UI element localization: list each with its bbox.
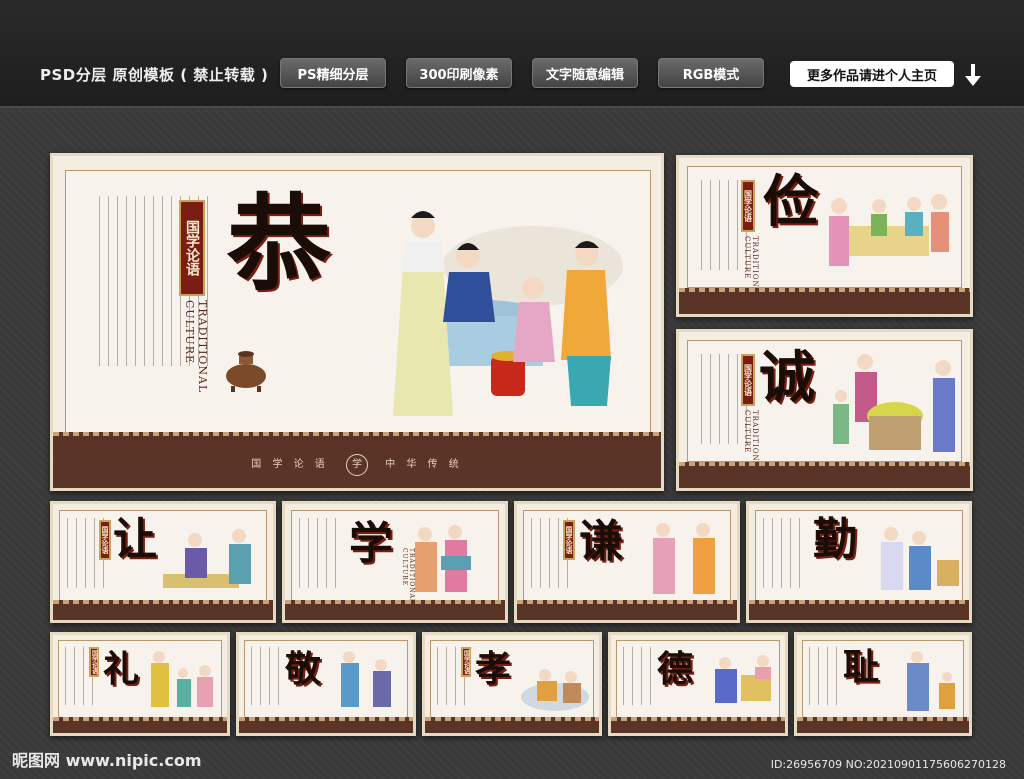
side-badge-jian: 国学论语 [741,180,755,232]
row2-character-jing: 敬 [285,648,322,690]
row2-panel-de: 德 [608,632,788,736]
illustration-xiao-scene [521,669,589,711]
row1-panel-rang: 国学论语 让 [50,501,276,623]
row1-character-qin: 勤 [813,514,857,565]
illustration-qian-scene [653,523,715,594]
row2-badge-li: 国学论语 [89,647,99,677]
illustration-qin-scene [881,527,959,590]
row1-panel-qin: 勤 [746,501,972,623]
footer-left-text: 国 学 论 语 [251,459,329,470]
illustration-de-scene [715,655,771,703]
row1-badge-qian: 国学论语 [563,520,575,560]
main-character: 恭 [227,182,332,305]
side-badge-cheng: 国学论语 [741,354,755,406]
profile-link-button[interactable]: 更多作品请进个人主页 [790,61,954,87]
row1-character-xue: 学 [349,518,393,569]
row2-character-xiao: 孝 [475,648,512,690]
main-panel-footer: 国 学 论 语 学 中 华 传 统 [53,432,661,488]
template-title: PSD分层 原创模板 ( 禁止转载 ) [40,66,269,84]
footer-seal: 学 [346,454,368,476]
row2-panel-xiao: 国学论语 孝 [422,632,602,736]
row1-panel-qian: 国学论语 谦 [514,501,740,623]
side-english-jian: TRADITIONAL CULTURE [743,236,759,300]
row2-character-li: 礼 [103,648,140,690]
illustration-chi-scene [907,651,955,711]
illustration-merchant-scene [833,354,955,452]
main-panel: 国学论语 TRADITIONAL CULTURE 恭 国 学 论 语 学 中 华… [50,153,664,491]
tag-ps-layers: PS精细分层 [280,58,386,88]
side-panel-jian: 国学论语 TRADITIONAL CULTURE 俭 [676,155,973,317]
main-badge: 国学论语 [179,200,205,296]
main-english-label: TRADITIONAL CULTURE [183,300,209,394]
row2-panel-chi: 耻 [794,632,972,736]
row2-panel-li: 国学论语 礼 [50,632,230,736]
illustration-xue-scene [415,525,471,592]
footer-right-text: 中 华 传 统 [385,459,463,470]
incense-burner-icon [226,351,266,392]
tag-rgb-mode: RGB模式 [658,58,764,88]
row2-badge-xiao: 国学论语 [461,647,471,677]
illustration-dining-scene [829,194,949,266]
side-english-cheng: TRADITIONAL CULTURE [743,410,759,474]
illustration-rang-scene [163,529,251,588]
row2-character-de: 德 [657,648,694,690]
side-character-jian: 俭 [763,169,819,235]
illustration-family-scene [393,211,623,416]
row1-character-rang: 让 [113,514,157,565]
tag-300-dpi: 300印刷像素 [406,58,512,88]
arrow-down-icon [965,64,981,86]
row1-character-qian: 谦 [579,516,623,567]
top-bar: PSD分层 原创模板 ( 禁止转载 ) PS精细分层 300印刷像素 文字随意编… [0,0,1024,108]
row2-panel-jing: 敬 [236,632,416,736]
side-character-cheng: 诚 [759,345,815,411]
tag-editable-text: 文字随意编辑 [532,58,638,88]
side-panel-cheng: 国学论语 TRADITIONAL CULTURE 诚 [676,329,973,491]
watermark-site: 昵图网 www.nipic.com [12,751,202,770]
illustration-jing-scene [341,651,391,707]
row1-panel-xue: 学 TRADITIONAL CULTURE [282,501,508,623]
illustration-li-scene [151,651,213,707]
watermark-id: ID:26956709 NO:20210901175606270128 [770,758,1006,771]
row2-character-chi: 耻 [843,646,880,688]
row1-badge-rang: 国学论语 [99,520,111,560]
